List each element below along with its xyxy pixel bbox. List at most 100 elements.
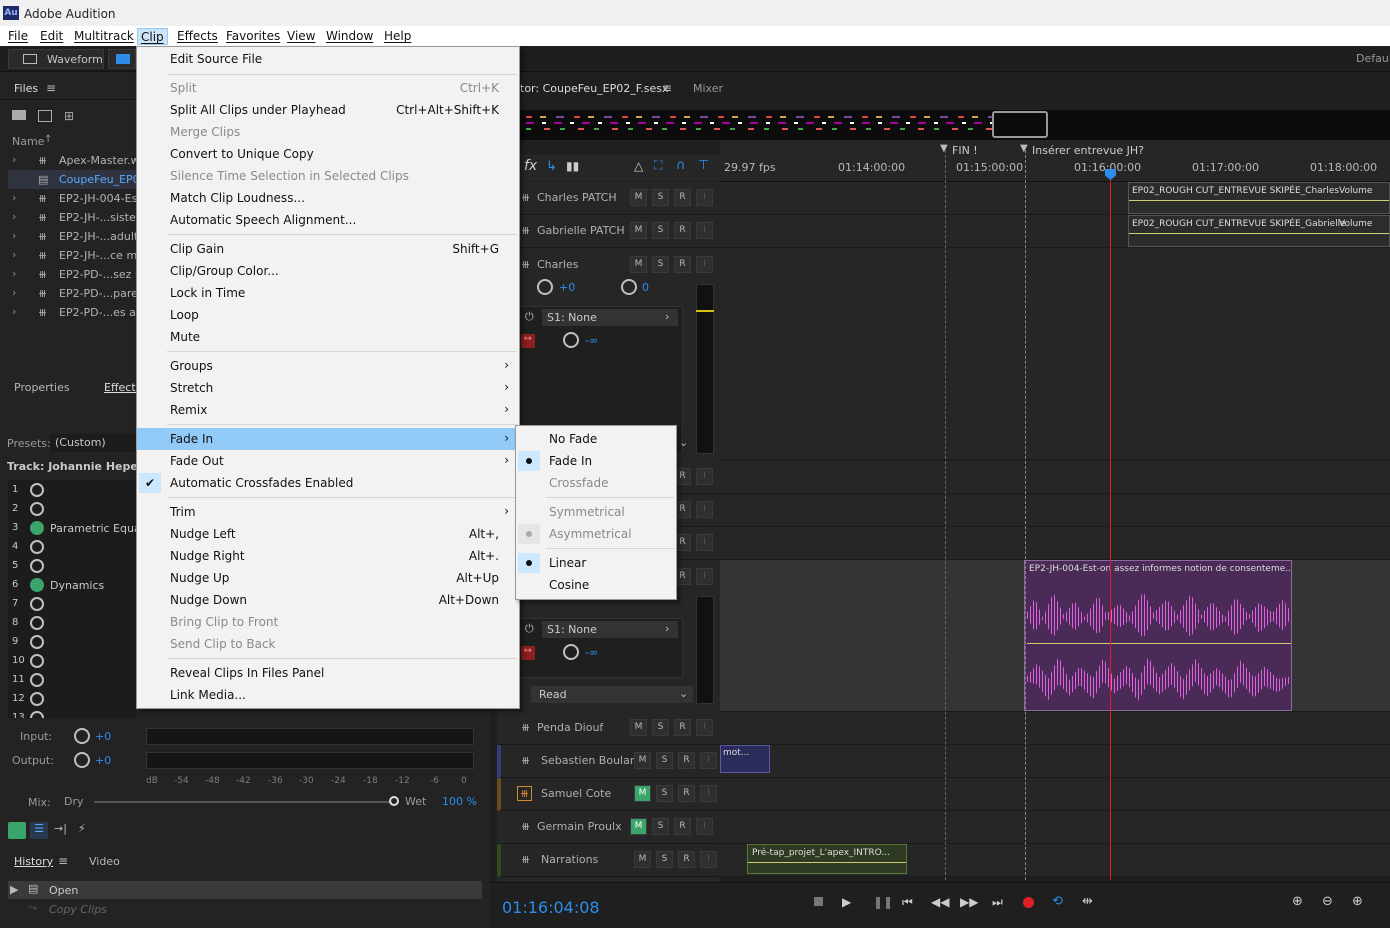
waveform-view-button[interactable]: Waveform: [8, 49, 104, 69]
track-lane[interactable]: [720, 745, 1390, 778]
history-tab[interactable]: History: [14, 855, 53, 868]
send-pan-value[interactable]: -∞: [585, 646, 598, 659]
magnet-icon[interactable]: ∩: [676, 158, 686, 173]
submenu-item-fade-in[interactable]: Fade In: [516, 450, 676, 472]
menu-edit[interactable]: Edit: [37, 28, 66, 45]
menu-item-nudge-down[interactable]: Nudge Down Alt+Down: [137, 589, 519, 611]
input-monitor-button[interactable]: I: [696, 818, 713, 835]
track-header[interactable]: ⧻ Gabrielle PATCH M S R I: [497, 215, 719, 248]
file-item[interactable]: › ⧻ EP2-JH-004-Est-: [8, 189, 146, 208]
menu-item-match-loudness[interactable]: Match Clip Loudness...: [137, 187, 519, 209]
input-monitor-button[interactable]: I: [696, 568, 713, 585]
menu-item-edit-source-file[interactable]: Edit Source File: [137, 48, 519, 70]
track-lane[interactable]: [720, 248, 1390, 460]
insert-icon[interactable]: →|: [54, 822, 67, 835]
menu-item-reveal-clips[interactable]: Reveal Clips In Files Panel: [137, 662, 519, 684]
menu-item-fade-in[interactable]: Fade In ›: [137, 428, 519, 450]
send-pan-value[interactable]: -∞: [585, 334, 598, 347]
menu-effects[interactable]: Effects: [174, 28, 221, 45]
track-lane[interactable]: [720, 461, 1390, 494]
rewind-icon[interactable]: ◀◀: [931, 895, 949, 909]
record-arm-button[interactable]: R: [674, 256, 691, 273]
mute-button[interactable]: M: [630, 719, 647, 736]
overview-viewport-handle[interactable]: [992, 111, 1048, 138]
audio-clip[interactable]: EP2-JH-004-Est-on assez informes notion …: [1024, 560, 1292, 711]
pan-knob[interactable]: [621, 279, 637, 295]
play-icon[interactable]: ▶: [842, 895, 851, 909]
effect-slot[interactable]: 8: [8, 615, 135, 633]
mute-button[interactable]: M: [634, 851, 651, 868]
files-tab[interactable]: Files: [14, 82, 38, 95]
input-monitor-button[interactable]: I: [696, 534, 713, 551]
record-arm-button[interactable]: R: [674, 818, 691, 835]
menu-item-loop[interactable]: Loop: [137, 304, 519, 326]
solo-button[interactable]: S: [652, 256, 669, 273]
name-column-header[interactable]: Name: [12, 135, 44, 148]
input-monitor-button[interactable]: I: [696, 222, 713, 239]
menu-clip[interactable]: Clip: [137, 28, 168, 45]
effect-slot[interactable]: 1: [8, 482, 135, 500]
zoom-in-amplitude-icon[interactable]: ⊕: [1292, 894, 1303, 909]
send-icon[interactable]: ↳: [546, 159, 557, 174]
menu-item-nudge-left[interactable]: Nudge Left Alt+,: [137, 523, 519, 545]
panel-menu-icon[interactable]: ≡: [58, 854, 68, 868]
menu-help[interactable]: Help: [381, 28, 414, 45]
eq-icon[interactable]: ▮▮: [566, 159, 579, 173]
menu-item-bring-front[interactable]: Bring Clip to Front: [137, 611, 519, 633]
input-monitor-button[interactable]: I: [696, 256, 713, 273]
menu-item-split[interactable]: Split Ctrl+K: [137, 77, 519, 99]
menu-item-convert-unique[interactable]: Convert to Unique Copy: [137, 143, 519, 165]
editor-tab[interactable]: tor: CoupeFeu_EP02_F.sesx: [520, 82, 669, 95]
menu-multitrack[interactable]: Multitrack: [71, 28, 137, 45]
audio-clip[interactable]: EP02_ROUGH CUT_ENTREVUE SKIPÉE_Charles V…: [1128, 182, 1390, 214]
menu-item-remix[interactable]: Remix ›: [137, 399, 519, 421]
fast-forward-icon[interactable]: ▶▶: [960, 895, 978, 909]
history-item[interactable]: ▶ ▤ Open: [8, 881, 482, 899]
file-item[interactable]: › ⧻ EP2-JH-...siste m: [8, 208, 150, 227]
audio-clip[interactable]: Pré-tap_projet_L'apex_INTRO...: [747, 844, 907, 874]
session-overview[interactable]: [520, 110, 1390, 140]
list-icon[interactable]: ☰: [30, 822, 48, 839]
effect-slot[interactable]: 12: [8, 691, 135, 709]
effect-slot[interactable]: 3 Parametric Equali: [8, 520, 147, 538]
track-header[interactable]: ⧻ Charles PATCH M S R I: [497, 182, 719, 215]
file-item[interactable]: › ⧻ Apex-Master.wa: [8, 151, 146, 170]
loop-icon[interactable]: ⟲: [1052, 894, 1063, 909]
solo-button[interactable]: S: [656, 785, 673, 802]
track-lane[interactable]: [720, 712, 1390, 745]
mixer-tab[interactable]: Mixer: [693, 82, 723, 95]
playhead-line[interactable]: [1110, 172, 1111, 880]
import-icon[interactable]: [38, 110, 52, 122]
menu-item-nudge-right[interactable]: Nudge Right Alt+.: [137, 545, 519, 567]
file-item[interactable]: ▤ CoupeFeu_EP02: [8, 170, 147, 189]
automation-mode-dropdown[interactable]: Read: [531, 686, 693, 703]
send-dropdown[interactable]: S1: None: [542, 309, 678, 326]
snap-icon[interactable]: ⛶: [654, 158, 662, 173]
record-arm-button[interactable]: R: [674, 189, 691, 206]
input-monitor-button[interactable]: I: [700, 851, 717, 868]
submenu-item-symmetrical[interactable]: Symmetrical: [516, 501, 676, 523]
new-file-icon[interactable]: ⊞: [64, 109, 74, 123]
menu-item-fade-out[interactable]: Fade Out ›: [137, 450, 519, 472]
track-header[interactable]: ⧻ Samuel Cote M S R I: [497, 778, 719, 811]
menu-item-split-all[interactable]: Split All Clips under Playhead Ctrl+Alt+S…: [137, 99, 519, 121]
mix-slider-handle[interactable]: [389, 796, 399, 806]
output-value[interactable]: +0: [95, 754, 111, 767]
menu-item-merge-clips[interactable]: Merge Clips: [137, 121, 519, 143]
mute-button[interactable]: M: [634, 752, 651, 769]
menu-item-send-back[interactable]: Send Clip to Back: [137, 633, 519, 655]
fx-icon[interactable]: fx: [524, 158, 537, 174]
track-header[interactable]: ⧻ Narrations M S R I: [497, 844, 719, 877]
skip-forward-icon[interactable]: ⏭: [992, 895, 1003, 910]
effect-slot[interactable]: 10: [8, 653, 135, 671]
menu-view[interactable]: View: [284, 28, 318, 45]
marker-insert[interactable]: Insérer entrevue JH?: [1032, 144, 1144, 157]
stop-icon[interactable]: [814, 897, 823, 906]
effect-slot[interactable]: 4: [8, 539, 135, 557]
volume-value[interactable]: +0: [559, 281, 575, 294]
send-volume-knob[interactable]: [563, 332, 579, 348]
track-header[interactable]: ⧻ Penda Diouf M S R I: [497, 712, 719, 745]
solo-button[interactable]: S: [656, 752, 673, 769]
menu-window[interactable]: Window: [323, 28, 376, 45]
track-lane[interactable]: [720, 527, 1390, 560]
